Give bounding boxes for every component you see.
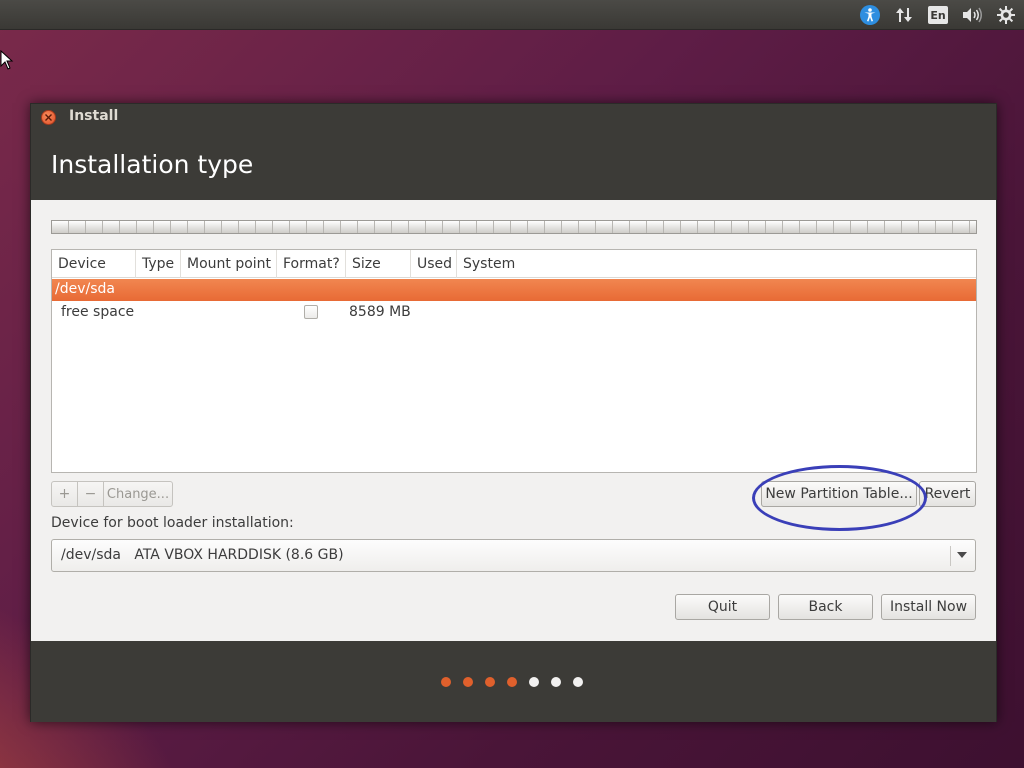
accessibility-icon[interactable]	[858, 3, 882, 27]
boot-loader-selected-value: /dev/sda ATA VBOX HARDDISK (8.6 GB)	[61, 547, 344, 563]
chevron-down-icon	[957, 552, 967, 558]
partition-edit-buttons: + − Change...	[51, 481, 173, 507]
table-row[interactable]: free space 8589 MB	[52, 301, 976, 325]
table-row-disk[interactable]: /dev/sda	[52, 279, 976, 301]
column-header-device[interactable]: Device	[52, 250, 136, 278]
installer-window: Install Installation type Device Type Mo…	[30, 103, 997, 722]
change-partition-button[interactable]: Change...	[104, 482, 172, 506]
disk-device-label: /dev/sda	[55, 281, 115, 297]
step-dot-pending	[529, 677, 539, 687]
top-panel: En	[0, 0, 1024, 30]
column-header-type[interactable]: Type	[136, 250, 181, 278]
language-label: En	[928, 6, 948, 24]
new-partition-table-button[interactable]: New Partition Table...	[761, 481, 917, 507]
volume-icon[interactable]	[960, 3, 984, 27]
keyboard-language-indicator[interactable]: En	[926, 3, 950, 27]
quit-button[interactable]: Quit	[675, 594, 770, 620]
back-button[interactable]: Back	[778, 594, 873, 620]
mouse-cursor-icon	[0, 49, 14, 74]
boot-loader-device-select[interactable]: /dev/sda ATA VBOX HARDDISK (8.6 GB)	[51, 539, 976, 572]
add-partition-button[interactable]: +	[52, 482, 78, 506]
partition-size: 8589 MB	[349, 304, 411, 320]
column-header-mount-point[interactable]: Mount point	[181, 250, 277, 278]
boot-loader-label: Device for boot loader installation:	[51, 515, 294, 531]
step-dot-completed	[441, 677, 451, 687]
boot-device-path: /dev/sda	[61, 547, 121, 563]
close-icon	[45, 114, 52, 121]
step-dot-pending	[551, 677, 561, 687]
revert-button[interactable]: Revert	[919, 481, 976, 507]
step-progress-dots	[441, 677, 583, 687]
network-icon[interactable]	[892, 3, 916, 27]
window-titlebar[interactable]: Install	[31, 104, 996, 130]
step-dot-completed	[507, 677, 517, 687]
install-now-button[interactable]: Install Now	[881, 594, 976, 620]
column-header-used[interactable]: Used	[411, 250, 457, 278]
partition-table[interactable]: Device Type Mount point Format? Size Use…	[51, 249, 977, 473]
partition-device: free space	[61, 304, 135, 320]
page-title: Installation type	[51, 150, 254, 179]
window-title: Install	[69, 108, 119, 124]
installer-footer	[31, 641, 996, 722]
column-header-size[interactable]: Size	[346, 250, 411, 278]
window-close-button[interactable]	[41, 110, 56, 125]
table-header: Device Type Mount point Format? Size Use…	[52, 250, 976, 278]
partition-usage-bar	[51, 220, 977, 234]
step-dot-pending	[573, 677, 583, 687]
step-dot-completed	[485, 677, 495, 687]
select-divider	[950, 546, 951, 566]
step-dot-completed	[463, 677, 473, 687]
page-header: Installation type	[31, 130, 996, 200]
format-checkbox[interactable]	[304, 305, 318, 319]
system-tray: En	[858, 3, 1018, 27]
column-header-system[interactable]: System	[457, 250, 976, 278]
remove-partition-button[interactable]: −	[78, 482, 104, 506]
boot-device-description: ATA VBOX HARDDISK (8.6 GB)	[134, 547, 344, 563]
column-header-format[interactable]: Format?	[277, 250, 346, 278]
settings-gear-icon[interactable]	[994, 3, 1018, 27]
